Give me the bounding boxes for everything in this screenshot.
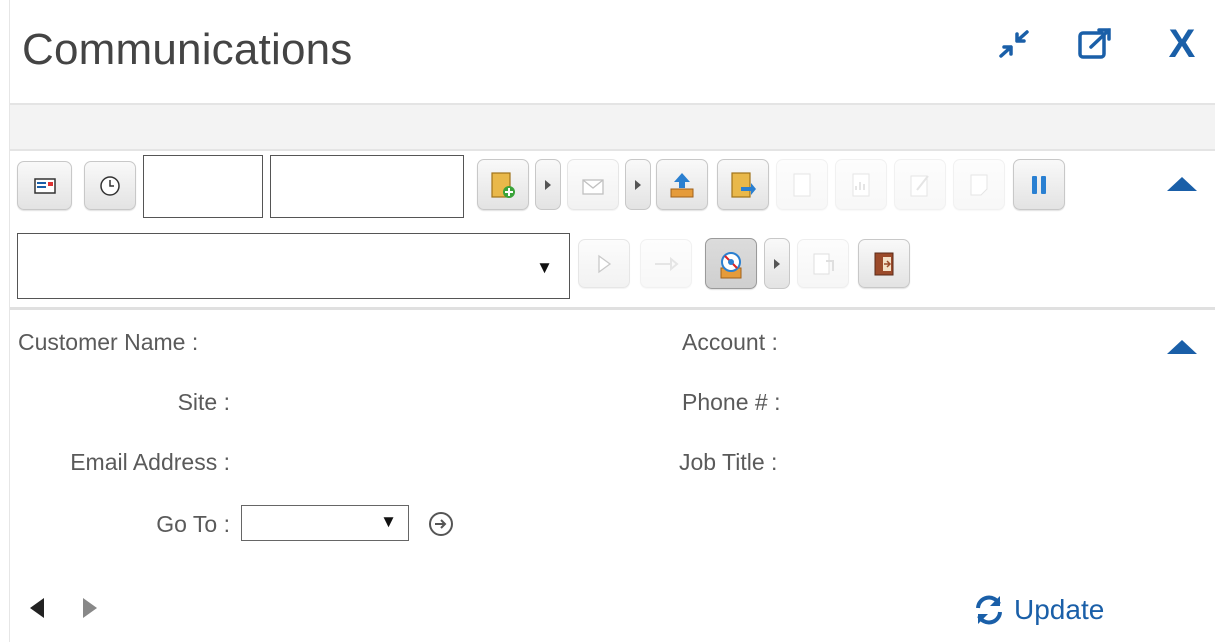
forward-folder-button[interactable] bbox=[717, 159, 769, 210]
account-label: Account : bbox=[682, 329, 778, 355]
chevron-down-icon: ▼ bbox=[380, 512, 397, 531]
edit-button[interactable] bbox=[894, 159, 946, 210]
upload-button[interactable] bbox=[656, 159, 708, 210]
job-title-label: Job Title : bbox=[679, 449, 778, 475]
document-button[interactable] bbox=[776, 159, 828, 210]
pause-button[interactable] bbox=[1013, 159, 1065, 210]
toolbar-input-1[interactable] bbox=[143, 155, 263, 218]
transfer-icon bbox=[813, 253, 834, 274]
alarm-icon bbox=[720, 251, 742, 278]
document-icon bbox=[793, 173, 811, 196]
upload-icon bbox=[670, 172, 694, 197]
document-chart-icon bbox=[852, 173, 870, 196]
new-communication-dropdown[interactable] bbox=[535, 159, 561, 210]
update-button[interactable]: Update bbox=[972, 590, 1104, 630]
goto-arrow-icon[interactable] bbox=[429, 512, 453, 536]
update-label: Update bbox=[1014, 594, 1105, 625]
exit-button[interactable] bbox=[858, 239, 910, 288]
notes-button[interactable] bbox=[953, 159, 1005, 210]
toolbar-input-2[interactable] bbox=[270, 155, 464, 218]
previous-arrow-icon[interactable] bbox=[30, 598, 44, 618]
alarm-dropdown[interactable] bbox=[764, 238, 790, 289]
email-icon bbox=[33, 177, 56, 194]
customer-name-label: Customer Name : bbox=[18, 329, 199, 355]
history-icon bbox=[100, 175, 120, 196]
exit-door-icon bbox=[874, 252, 894, 275]
play-button[interactable] bbox=[578, 239, 630, 288]
communication-select[interactable]: ▼ bbox=[17, 233, 570, 299]
email-button[interactable] bbox=[17, 161, 72, 210]
popout-icon[interactable] bbox=[1075, 24, 1115, 64]
redirect-button[interactable] bbox=[640, 239, 692, 288]
new-communication-button[interactable] bbox=[477, 159, 529, 210]
redirect-icon bbox=[655, 256, 679, 271]
refresh-icon bbox=[976, 595, 1002, 625]
goto-label: Go To : bbox=[156, 511, 230, 537]
edit-icon bbox=[910, 174, 929, 196]
phone-label: Phone # : bbox=[682, 389, 781, 415]
alarm-button[interactable] bbox=[705, 238, 757, 289]
section-divider bbox=[10, 307, 1215, 310]
mail-icon bbox=[582, 178, 604, 195]
document-chart-button[interactable] bbox=[835, 159, 887, 210]
close-icon[interactable]: X bbox=[1160, 22, 1204, 66]
history-button[interactable] bbox=[84, 161, 136, 210]
chevron-down-icon: ▼ bbox=[536, 258, 553, 277]
collapse-toolbar-icon[interactable] bbox=[1167, 177, 1197, 191]
goto-select[interactable]: ▼ bbox=[241, 505, 409, 541]
notes-icon bbox=[970, 174, 988, 195]
mail-dropdown[interactable] bbox=[625, 159, 651, 210]
play-icon bbox=[598, 254, 612, 273]
tab-strip bbox=[10, 103, 1215, 151]
new-envelope-icon bbox=[491, 171, 515, 198]
left-border bbox=[9, 0, 10, 642]
pause-icon bbox=[1032, 175, 1046, 194]
collapse-info-icon[interactable] bbox=[1167, 340, 1197, 354]
forward-folder-icon bbox=[731, 171, 756, 198]
next-arrow-icon[interactable] bbox=[83, 598, 97, 618]
email-address-label: Email Address : bbox=[70, 449, 230, 475]
site-label: Site : bbox=[177, 389, 230, 415]
collapse-icon[interactable] bbox=[994, 24, 1034, 64]
mail-button[interactable] bbox=[567, 159, 619, 210]
page-title: Communications bbox=[22, 25, 353, 74]
transfer-button[interactable] bbox=[797, 239, 849, 288]
